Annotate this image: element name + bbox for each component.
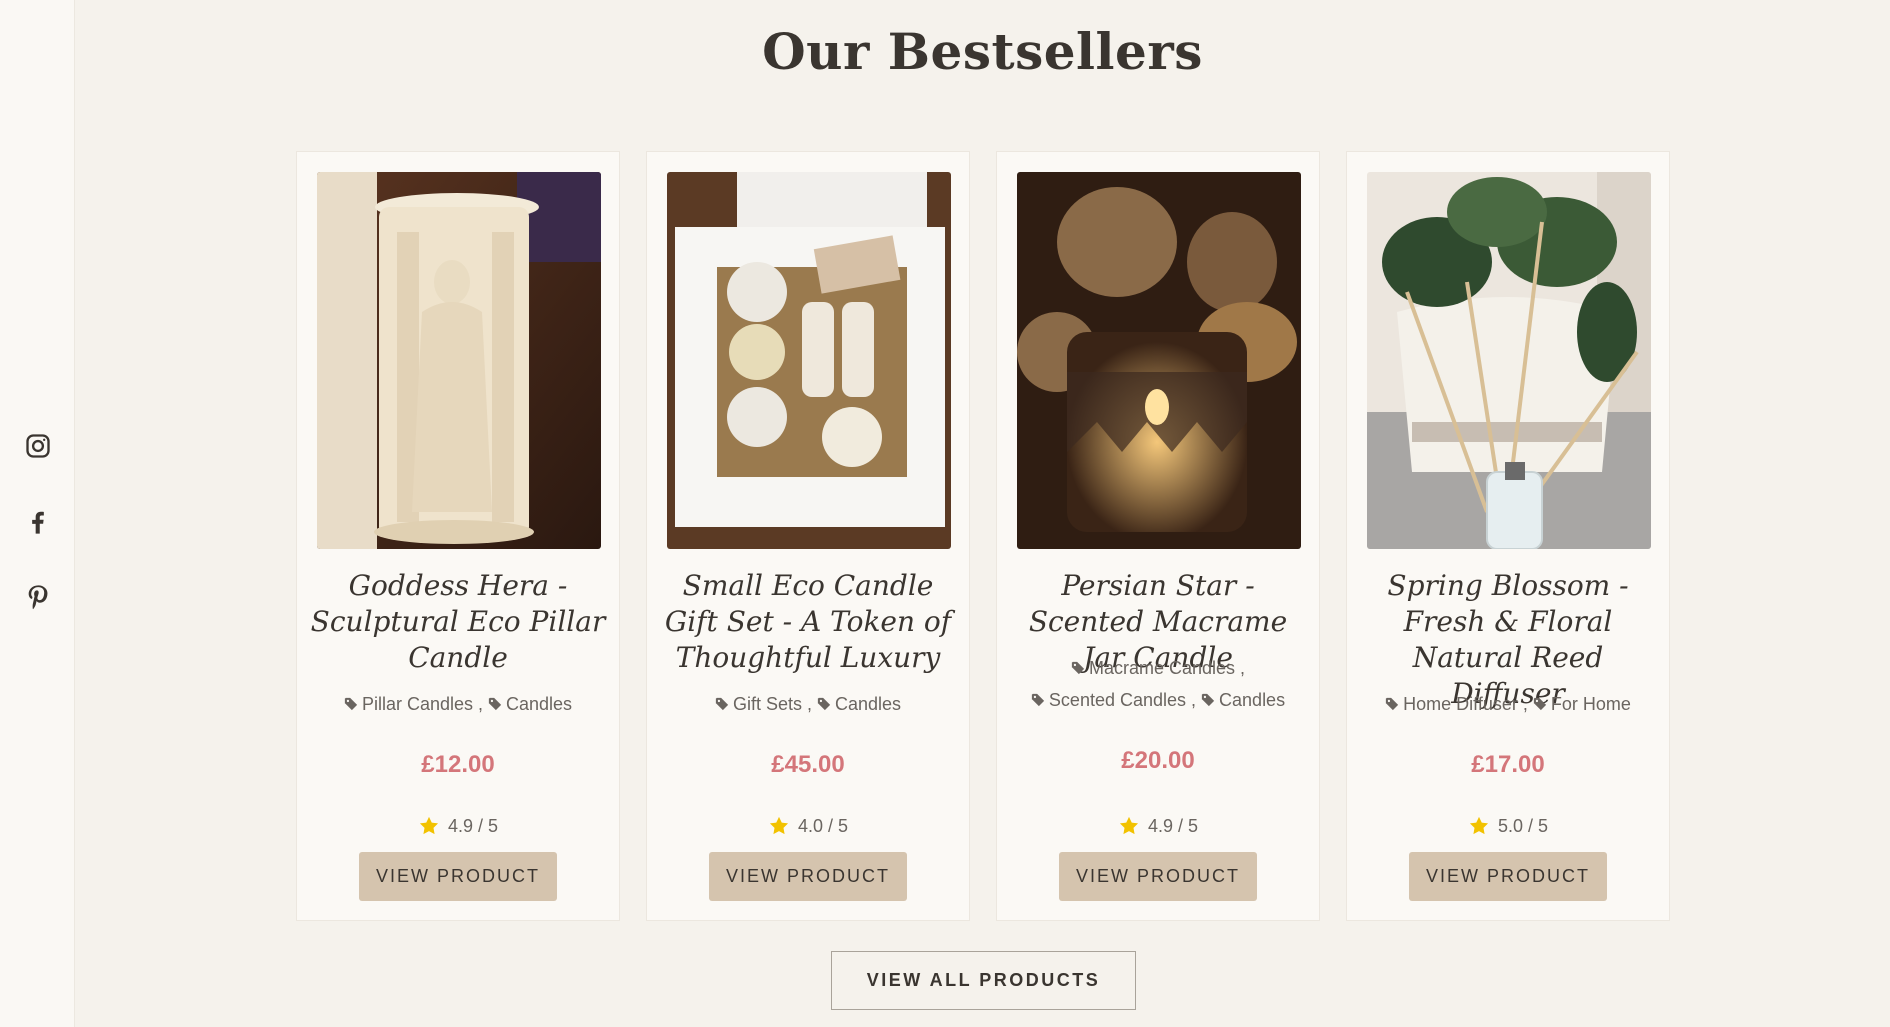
product-card: Goddess Hera - Sculptural Eco Pillar Can… bbox=[296, 151, 620, 921]
product-rating: 4.9 / 5 bbox=[997, 815, 1319, 837]
product-rating: 4.0 / 5 bbox=[647, 815, 969, 837]
product-name[interactable]: Goddess Hera - Sculptural Eco Pillar Can… bbox=[309, 568, 607, 676]
rating-value: 4.9 / 5 bbox=[447, 815, 499, 836]
view-product-button[interactable]: VIEW PRODUCT bbox=[359, 852, 557, 901]
tag-icon bbox=[715, 697, 729, 711]
view-all-products-button[interactable]: VIEW ALL PRODUCTS bbox=[831, 951, 1136, 1010]
product-price: £45.00 bbox=[771, 751, 845, 778]
tag-link[interactable]: Candles bbox=[488, 694, 572, 714]
tag-link[interactable]: Pillar Candles bbox=[344, 694, 473, 714]
product-tags: Pillar Candles , Candles bbox=[319, 688, 597, 720]
view-product-button[interactable]: VIEW PRODUCT bbox=[1059, 852, 1257, 901]
rating-value: 4.0 / 5 bbox=[797, 815, 849, 836]
star-icon bbox=[419, 816, 439, 835]
product-tags: Gift Sets , Candles bbox=[669, 688, 947, 720]
tag-icon bbox=[1386, 697, 1399, 711]
instagram-icon[interactable] bbox=[22, 430, 54, 462]
social-sidebar bbox=[0, 0, 75, 1027]
tag-icon bbox=[1533, 697, 1546, 711]
rating-value: 5.0 / 5 bbox=[1497, 815, 1549, 836]
tag-link[interactable]: Macrame Candles bbox=[1071, 658, 1235, 678]
tag-icon bbox=[344, 697, 358, 711]
product-price: £20.00 bbox=[1121, 747, 1195, 774]
product-price: £12.00 bbox=[421, 751, 495, 778]
tag-icon bbox=[1201, 693, 1215, 707]
pinterest-icon[interactable] bbox=[22, 581, 54, 613]
rating-value: 4.9 / 5 bbox=[1147, 815, 1199, 836]
star-icon bbox=[769, 816, 789, 835]
tag-icon bbox=[488, 697, 502, 711]
product-price: £17.00 bbox=[1471, 751, 1545, 778]
product-card: Spring Blossom - Fresh & Floral Natural … bbox=[1346, 151, 1670, 921]
tag-link[interactable]: Candles bbox=[817, 694, 901, 714]
tag-link[interactable]: Gift Sets bbox=[715, 694, 802, 714]
view-product-button[interactable]: VIEW PRODUCT bbox=[1409, 852, 1607, 901]
tag-icon bbox=[1071, 661, 1085, 675]
tag-link[interactable]: Candles bbox=[1201, 690, 1285, 710]
facebook-icon[interactable] bbox=[22, 506, 54, 538]
tag-link[interactable]: For Home bbox=[1533, 694, 1631, 714]
product-rating: 5.0 / 5 bbox=[1347, 815, 1669, 837]
star-icon bbox=[1119, 816, 1139, 835]
product-image[interactable] bbox=[317, 172, 601, 549]
product-image[interactable] bbox=[1367, 172, 1651, 549]
view-product-button[interactable]: VIEW PRODUCT bbox=[709, 852, 907, 901]
product-name[interactable]: Small Eco Candle Gift Set - A Token of T… bbox=[659, 568, 957, 676]
tag-icon bbox=[817, 697, 831, 711]
product-image[interactable] bbox=[1017, 172, 1301, 549]
product-tags: Macrame Candles , Scented Candles , Cand… bbox=[1019, 652, 1297, 716]
section-title: Our Bestsellers bbox=[762, 22, 1203, 81]
product-tags: Home Diffuser , For Home bbox=[1369, 688, 1647, 720]
tag-link[interactable]: Home Diffuser bbox=[1385, 694, 1518, 714]
product-rating: 4.9 / 5 bbox=[297, 815, 619, 837]
tag-link[interactable]: Scented Candles bbox=[1031, 690, 1186, 710]
tag-icon bbox=[1031, 693, 1045, 707]
product-card: Small Eco Candle Gift Set - A Token of T… bbox=[646, 151, 970, 921]
product-card: Persian Star - Scented Macrame Jar Candl… bbox=[996, 151, 1320, 921]
product-image[interactable] bbox=[667, 172, 951, 549]
star-icon bbox=[1469, 816, 1489, 835]
